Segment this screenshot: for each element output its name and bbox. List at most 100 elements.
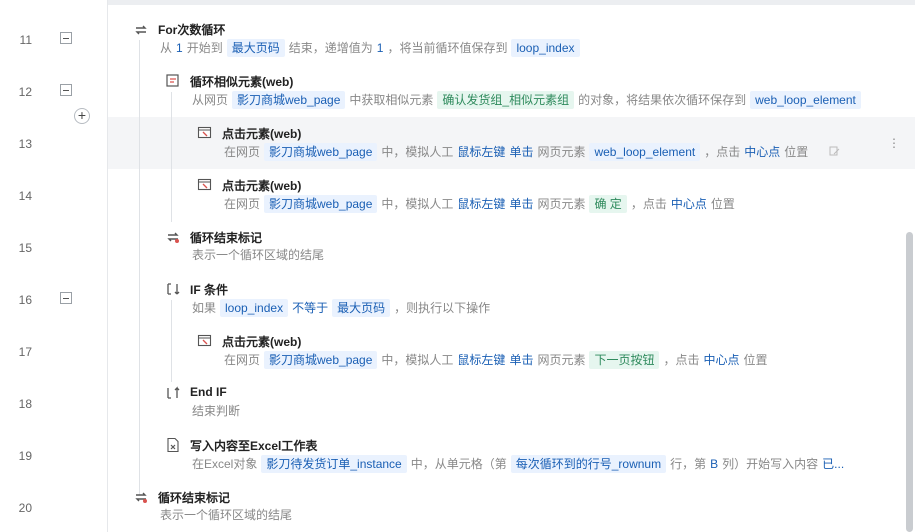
step-title[interactable]: 循环结束标记 (158, 489, 230, 506)
desc-text: 中，从单元格（第 (410, 457, 507, 471)
variable-tag[interactable]: 影刀商城web_page (264, 195, 378, 213)
step-desc: 结束判断 (190, 401, 242, 421)
step-title[interactable]: For次数循环 (158, 21, 225, 38)
desc-text: 在Excel对象 (192, 457, 258, 471)
line-number: 14 (18, 189, 32, 203)
variable-tag[interactable]: 影刀商城web_page (264, 143, 378, 161)
collapse-toggle[interactable] (60, 32, 72, 44)
desc-text: 表示一个循环区域的结尾 (160, 508, 293, 522)
keyword-text: 1 (376, 41, 384, 55)
keyword-text: 中心点 (744, 145, 781, 159)
step-title[interactable]: 循环结束标记 (190, 229, 262, 246)
desc-text: ，点击 (663, 353, 700, 367)
collapse-toggle[interactable] (60, 84, 72, 96)
variable-tag[interactable]: 最大页码 (226, 39, 285, 57)
loop-end-icon (135, 492, 147, 503)
desc-text: ，则执行以下操作 (394, 301, 491, 315)
step-desc: 在网页 影刀商城web_page 中，模拟人工 鼠标左键 单击 网页元素 web_loop_… (222, 142, 810, 162)
step-desc: 在网页 影刀商城web_page 中，模拟人工 鼠标左键 单击 网页元素 下一页按钮 ，点击中… (222, 350, 770, 370)
keyword-text: 单击 (509, 353, 534, 367)
loop-icon (135, 25, 147, 35)
desc-text: 如果 (192, 301, 217, 315)
variable-tag[interactable]: web_loop_element (750, 91, 861, 109)
desc-text: 在网页 (224, 145, 261, 159)
edit-icon[interactable] (829, 146, 840, 157)
keyword-text: 1 (176, 41, 183, 55)
variable-tag[interactable]: loop_index (511, 39, 580, 57)
step-title[interactable]: 点击元素(web) (222, 177, 301, 194)
step-desc: 在网页 影刀商城web_page 中，模拟人工 鼠标左键 单击 网页元素确 定，点击 中心点… (222, 194, 737, 214)
more-options-icon[interactable]: ⋮ (888, 137, 900, 149)
desc-text: 列）开始写入内容 (722, 457, 819, 471)
loop-end-icon (167, 232, 179, 243)
line-number: 19 (18, 449, 32, 463)
excel-write-icon (167, 437, 179, 453)
end-if-icon (167, 386, 180, 399)
variable-tag[interactable]: 每次循环到的行号_rownum (510, 455, 667, 473)
desc-text: 结束，递增值为 (288, 41, 373, 55)
desc-text: ，点击 (704, 145, 741, 159)
step-title[interactable]: 点击元素(web) (222, 125, 301, 142)
step-title[interactable]: 写入内容至Excel工作表 (190, 437, 317, 454)
desc-text: 中，模拟人工 (381, 197, 454, 211)
desc-text: 中，模拟人工 (381, 353, 454, 367)
desc-text: 位置 (710, 197, 735, 211)
if-icon (167, 283, 180, 295)
desc-text: 中，模拟人工 (381, 145, 454, 159)
step-title[interactable]: IF 条件 (190, 281, 228, 298)
desc-text: 行，第 (670, 457, 707, 471)
element-tag[interactable]: 下一页按钮 (589, 351, 660, 369)
line-number: 12 (18, 85, 32, 99)
desc-text: 从 (160, 41, 173, 55)
step-title[interactable]: End IF (190, 385, 227, 399)
desc-text: 在网页 (224, 353, 261, 367)
variable-tag[interactable]: 影刀待发货订单_instance (261, 455, 407, 473)
desc-text: 位置 (784, 145, 809, 159)
keyword-text: 已... (822, 457, 845, 471)
desc-text: 的对象，将结果依次循环保存到 (578, 93, 747, 107)
keyword-text: 不等于 (292, 301, 329, 315)
desc-text: 结束判断 (192, 404, 241, 418)
step-desc: 从网页 影刀商城web_page 中获取相似元素 确认发货组_相似元素组 的对象，将结果… (190, 90, 863, 110)
desc-text: 网页元素 (537, 197, 586, 211)
nest-line (139, 40, 140, 495)
variable-tag[interactable]: web_loop_element (589, 143, 701, 161)
step-desc: 从 1 开始到 最大页码 结束，递增值为 1 ，将当前循环值保存到 loop_index (158, 38, 582, 58)
step-desc: 在Excel对象 影刀待发货订单_instance 中，从单元格（第 每次循环到的行号… (190, 454, 846, 474)
variable-tag[interactable]: 最大页码 (332, 299, 391, 317)
keyword-text: 中心点 (703, 353, 740, 367)
keyword-text: 鼠标左键 (457, 197, 506, 211)
desc-text: ，点击 (630, 197, 667, 211)
click-element-icon (197, 334, 212, 347)
keyword-text: 鼠标左键 (457, 145, 506, 159)
step-desc: 表示一个循环区域的结尾 (190, 245, 326, 265)
add-step-button[interactable]: + (74, 108, 90, 124)
desc-text: 网页元素 (537, 145, 586, 159)
click-element-icon (197, 126, 212, 139)
flow-editor: 11 For次数循环 从 1 开始到 最大页码 结束，递增值为 1 ，将当前循环值保存到 lo… (0, 0, 915, 532)
desc-text: 表示一个循环区域的结尾 (192, 248, 325, 262)
keyword-text: 单击 (509, 197, 534, 211)
line-number: 16 (18, 293, 32, 307)
element-tag[interactable]: 确认发货组_相似元素组 (437, 91, 575, 109)
gutter-divider (107, 0, 108, 532)
click-element-icon (197, 178, 212, 191)
keyword-text: 中心点 (670, 197, 707, 211)
line-number: 17 (18, 345, 32, 359)
desc-text: 中获取相似元素 (349, 93, 434, 107)
nest-line (171, 300, 172, 382)
line-number: 11 (19, 33, 32, 47)
desc-text: ，将当前循环值保存到 (387, 41, 508, 55)
step-desc: 如果 loop_index 不等于 最大页码 ，则执行以下操作 (190, 298, 492, 318)
collapse-toggle[interactable] (60, 292, 72, 304)
vertical-scrollbar[interactable] (906, 232, 913, 532)
element-tag[interactable]: 确 定 (589, 195, 627, 213)
step-title[interactable]: 点击元素(web) (222, 333, 301, 350)
line-number: 20 (18, 501, 32, 515)
variable-tag[interactable]: loop_index (220, 299, 289, 317)
step-title[interactable]: 循环相似元素(web) (190, 73, 293, 90)
variable-tag[interactable]: 影刀商城web_page (264, 351, 378, 369)
step-desc: 表示一个循环区域的结尾 (158, 505, 294, 525)
variable-tag[interactable]: 影刀商城web_page (232, 91, 346, 109)
desc-text: 在网页 (224, 197, 261, 211)
